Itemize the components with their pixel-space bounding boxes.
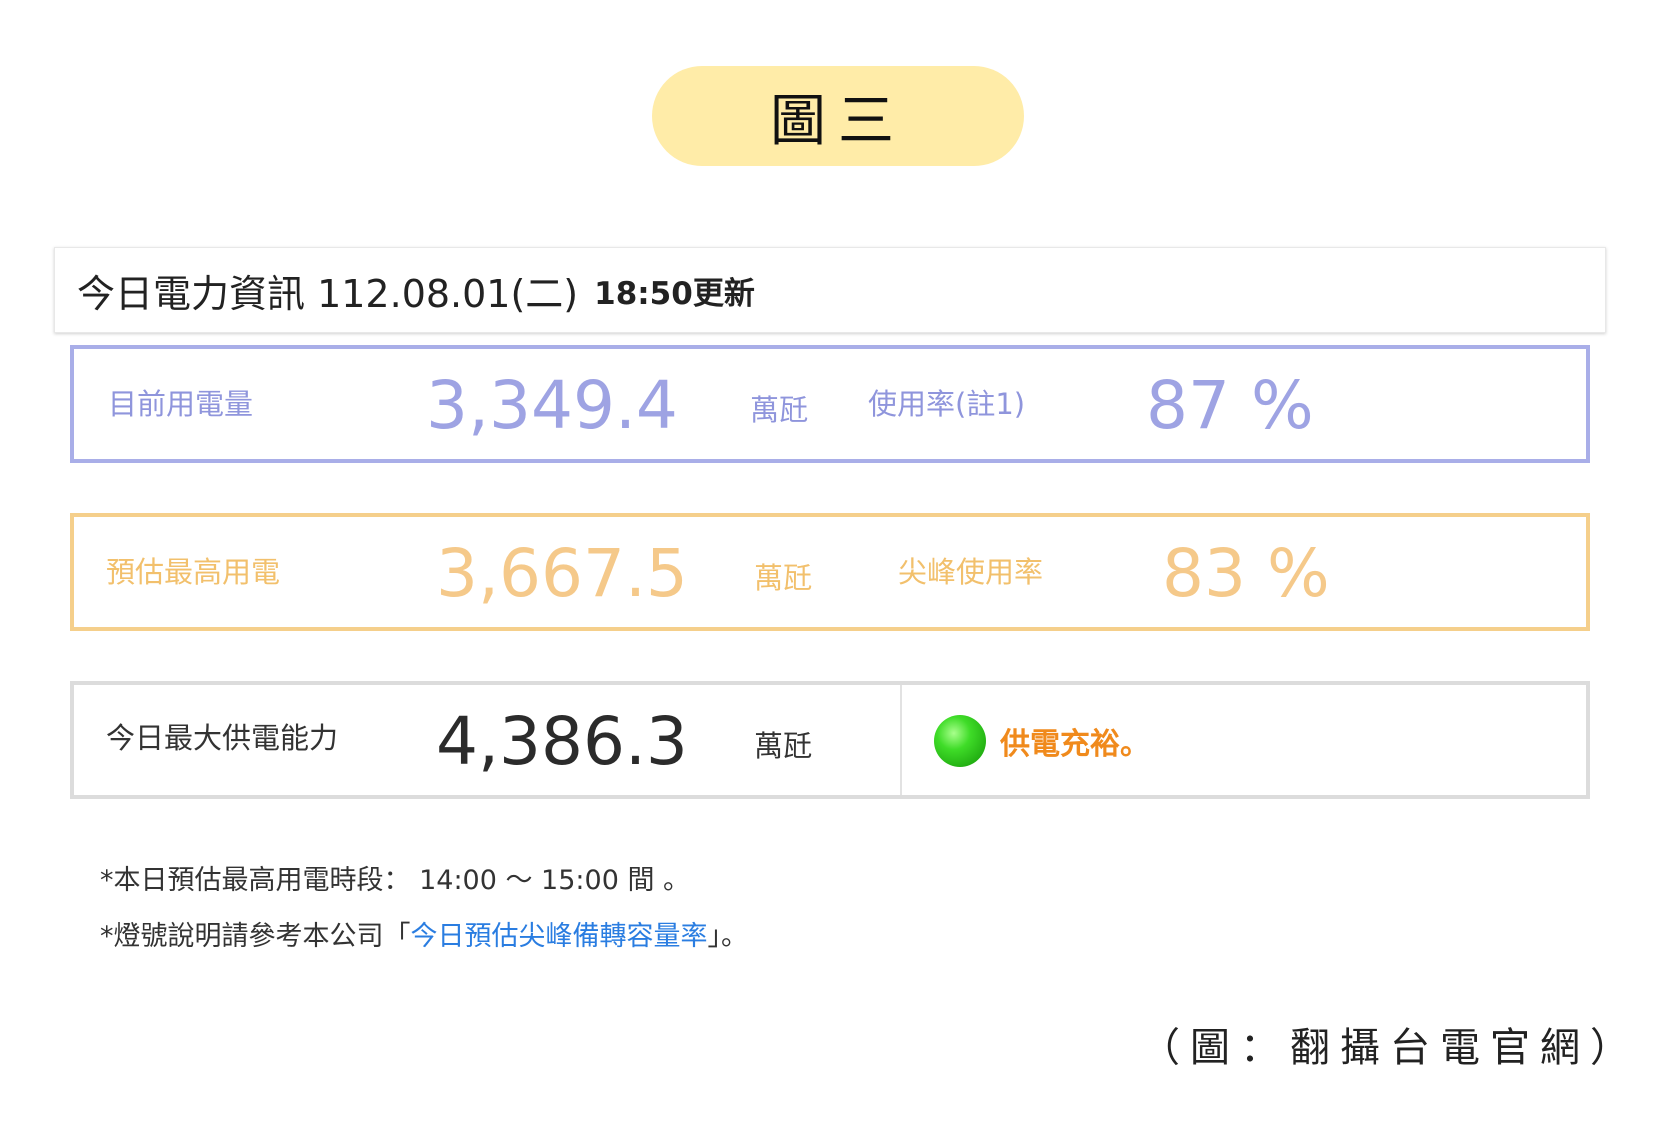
- peak-forecast-label: 預估最高用電: [106, 555, 281, 589]
- max-supply-unit: 萬瓩: [754, 729, 813, 763]
- reserve-margin-link[interactable]: 今日預估尖峰備轉容量率: [411, 921, 708, 952]
- figure-label: 圖三: [652, 66, 1024, 166]
- image-credit: （圖：翻攝台電官網）: [1140, 1025, 1640, 1071]
- current-usage-panel: 目前用電量 3,349.4 萬瓩 使用率(註1) 87 %: [70, 345, 1590, 463]
- peak-rate-label: 尖峰使用率: [898, 555, 1044, 589]
- usage-rate-value: 87 %: [1146, 367, 1314, 444]
- max-supply-panel: 今日最大供電能力 4,386.3 萬瓩 供電充裕。: [70, 681, 1590, 799]
- power-info-title: 今日電力資訊 112.08.01(二): [77, 271, 579, 316]
- max-supply-label: 今日最大供電能力: [106, 721, 339, 755]
- light-note-prefix: *燈號說明請參考本公司「: [100, 921, 411, 952]
- peak-forecast-unit: 萬瓩: [754, 561, 813, 595]
- panel-divider: [900, 685, 902, 795]
- power-info-header: 今日電力資訊 112.08.01(二) 18:50更新: [54, 247, 1606, 333]
- usage-rate-label: 使用率(註1): [868, 387, 1026, 421]
- current-usage-value: 3,349.4: [426, 367, 678, 444]
- light-note-suffix: 」。: [707, 921, 749, 952]
- light-explanation-note: *燈號說明請參考本公司「今日預估尖峰備轉容量率」。: [100, 914, 748, 953]
- max-supply-value: 4,386.3: [436, 703, 688, 780]
- peak-forecast-value: 3,667.5: [436, 535, 688, 612]
- update-time: 18:50更新: [594, 275, 755, 312]
- current-usage-label: 目前用電量: [108, 387, 254, 421]
- supply-status-text: 供電充裕。: [1000, 727, 1150, 762]
- current-usage-unit: 萬瓩: [750, 393, 809, 427]
- peak-forecast-panel: 預估最高用電 3,667.5 萬瓩 尖峰使用率 83 %: [70, 513, 1590, 631]
- figure-label-text: 圖三: [770, 88, 906, 154]
- peak-time-note: *本日預估最高用電時段： 14:00 ～ 15:00 間 。: [100, 865, 691, 896]
- peak-rate-value: 83 %: [1162, 535, 1330, 612]
- green-status-light-icon: [934, 715, 986, 767]
